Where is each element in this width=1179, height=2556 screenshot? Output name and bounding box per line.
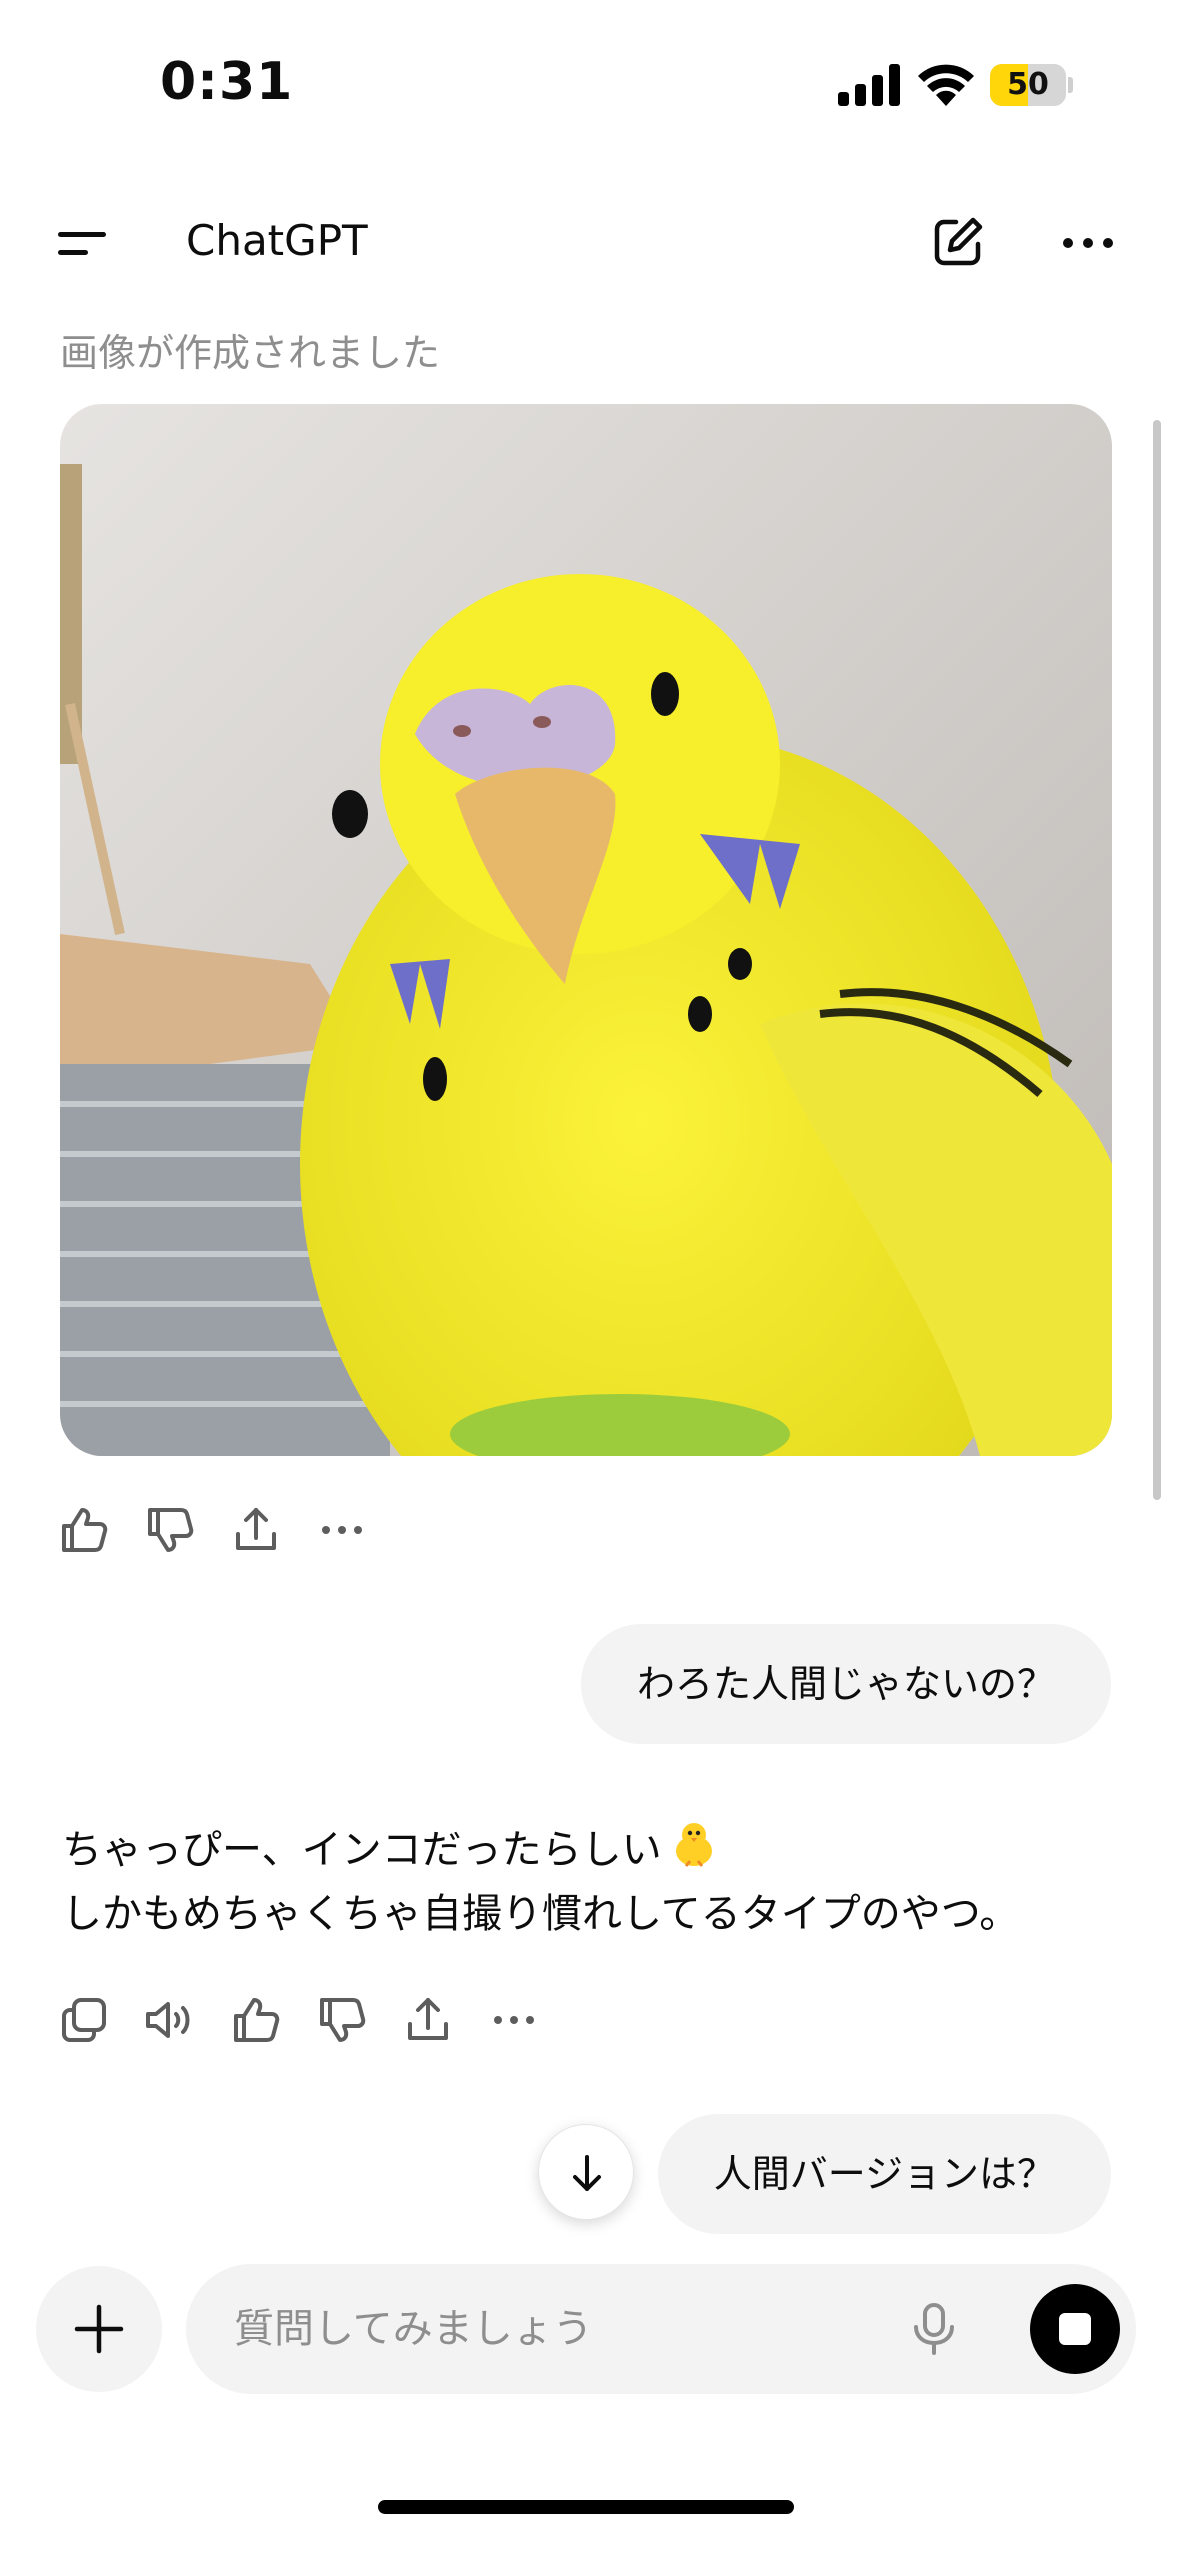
copy-icon[interactable]	[56, 1992, 112, 2048]
chick-emoji-icon	[675, 1823, 712, 1867]
stop-icon	[1059, 2313, 1091, 2345]
image-caption: 画像が作成されました	[60, 331, 441, 375]
assistant-line-2: しかもめちゃくちゃ自撮り慣れしてるタイプのやつ。	[62, 1891, 1020, 1937]
battery-percentage: 50	[1007, 67, 1049, 102]
add-attachment-button[interactable]	[36, 2266, 162, 2392]
assistant-message: ちゃっぴー、インコだったらしい しかもめちゃくちゃ自撮り慣れしてるタイプのやつ。	[62, 1818, 1122, 1946]
message-input[interactable]	[234, 2264, 834, 2394]
more-icon[interactable]	[486, 1992, 542, 2048]
stop-generating-button[interactable]	[1030, 2284, 1120, 2374]
scrollbar[interactable]	[1153, 420, 1161, 1500]
microphone-icon[interactable]	[906, 2301, 962, 2357]
wifi-icon	[918, 64, 974, 106]
new-chat-icon[interactable]	[930, 214, 986, 270]
sidebar-menu-icon[interactable]	[56, 224, 112, 264]
assistant-line-1: ちゃっぴー、インコだったらしい	[62, 1827, 662, 1873]
cellular-signal-icon	[838, 64, 900, 106]
scroll-to-bottom-button[interactable]	[538, 2124, 634, 2220]
app-title[interactable]: ChatGPT	[186, 216, 368, 265]
status-bar: 0:31 50	[0, 0, 1179, 150]
thumbs-down-icon[interactable]	[142, 1502, 198, 1558]
app-header: ChatGPT	[0, 200, 1179, 286]
share-icon[interactable]	[228, 1502, 284, 1558]
status-time: 0:31	[160, 52, 294, 112]
thumbs-up-icon[interactable]	[228, 1992, 284, 2048]
user-message-bubble: 人間バージョンは？	[657, 2114, 1111, 2234]
more-options-icon[interactable]	[1060, 228, 1116, 258]
home-indicator[interactable]	[378, 2500, 794, 2514]
plus-icon	[74, 2304, 124, 2354]
read-aloud-icon[interactable]	[142, 1992, 198, 2048]
message-action-bar	[56, 1992, 576, 2052]
thumbs-up-icon[interactable]	[56, 1502, 112, 1558]
more-icon[interactable]	[314, 1502, 370, 1558]
generated-image[interactable]	[60, 404, 1112, 1456]
share-icon[interactable]	[400, 1992, 456, 2048]
user-message-bubble: わろた人間じゃないの？	[580, 1624, 1111, 1744]
thumbs-down-icon[interactable]	[314, 1992, 370, 2048]
image-action-bar	[56, 1502, 376, 1562]
message-composer	[186, 2264, 1136, 2394]
battery-indicator: 50	[990, 64, 1073, 106]
arrow-down-icon	[573, 2155, 601, 2191]
